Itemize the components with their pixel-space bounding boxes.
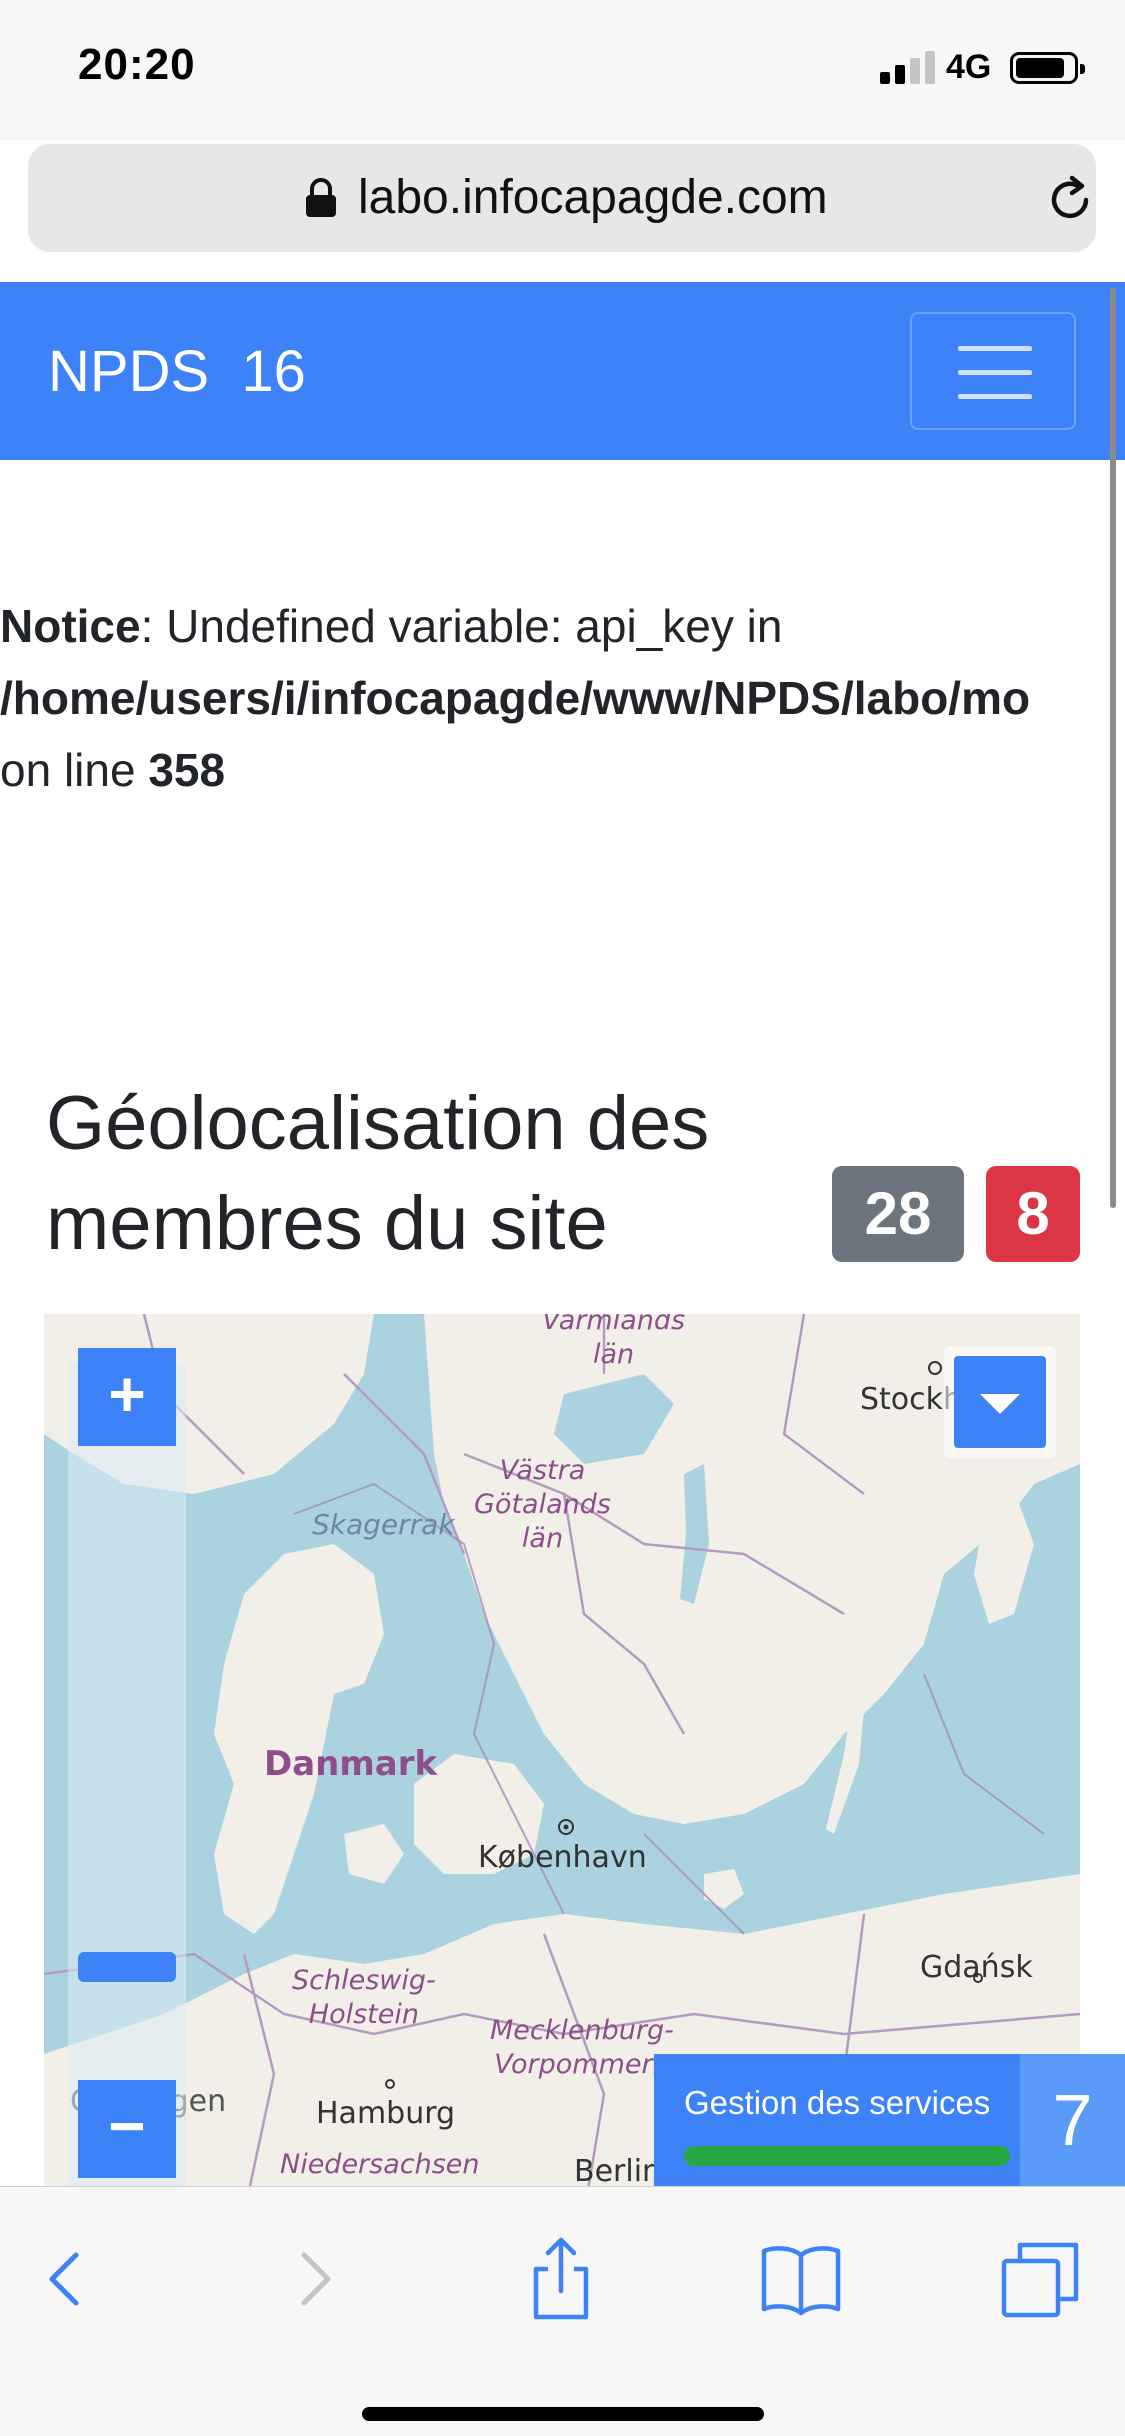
navbar: NPDS 16: [0, 282, 1125, 460]
notice-line-prefix: on line: [0, 744, 149, 796]
services-panel[interactable]: Gestion des services 7: [654, 2054, 1125, 2186]
map-label-schleswig-holstein: Schleswig- Holstein: [292, 1965, 436, 2030]
map-label-varmland: Värmlands län: [542, 1314, 686, 1370]
notice-line-number: 358: [148, 744, 226, 796]
map-label-berlin: Berlin: [574, 2154, 662, 2186]
notice-label: Notice: [0, 600, 141, 652]
notice-message: : Undefined variable: api_key in: [140, 600, 783, 652]
navbar-brand[interactable]: NPDS 16: [48, 338, 306, 405]
bookmarks-icon[interactable]: [756, 2233, 846, 2323]
map-label-skagerrak: Skagerrak: [312, 1508, 455, 1541]
signal-icon: [880, 50, 936, 84]
map-label-kobenhavn: København: [478, 1840, 647, 1875]
address-bar[interactable]: labo.infocapagde.com: [28, 144, 1096, 252]
zoom-slider-track[interactable]: [68, 1364, 186, 2186]
map-label-mecklenburg: Mecklenburg- Vorpommern: [490, 2015, 674, 2080]
network-type: 4G: [946, 48, 992, 86]
map-label-niedersachsen: Niedersachsen: [280, 2149, 480, 2180]
browser-toolbar: [0, 2186, 1125, 2436]
page-title: Géolocalisation des membres du site: [46, 1081, 710, 1266]
zoom-in-button[interactable]: +: [78, 1348, 176, 1446]
reload-icon[interactable]: [1046, 174, 1096, 224]
url-text[interactable]: labo.infocapagde.com: [358, 170, 828, 225]
back-icon[interactable]: [20, 2233, 110, 2323]
members-count-badge: 28: [832, 1166, 964, 1262]
zoom-slider-handle[interactable]: [78, 1952, 176, 1982]
php-notice: Notice: Undefined variable: api_key in /…: [0, 590, 1125, 806]
home-indicator: [362, 2407, 764, 2421]
web-page: NPDS 16 Notice: Undefined variable: api_…: [0, 282, 1125, 2186]
map-label-hamburg: Hamburg: [316, 2096, 456, 2131]
services-label: Gestion des services: [684, 2084, 991, 2121]
status-bar: 20:20 4G labo.infocapagde.com: [0, 0, 1125, 252]
notice-path: /home/users/i/infocapagde/www/NPDS/labo/…: [0, 672, 1031, 724]
zoom-out-button[interactable]: −: [78, 2080, 176, 2178]
battery-icon: [1010, 52, 1085, 84]
tabs-icon[interactable]: [996, 2233, 1086, 2323]
services-progress-bar: [684, 2146, 1010, 2166]
map-label-vastra-gotaland: Västra Götalands län: [474, 1455, 611, 1554]
map-label-gdansk: Gdańsk: [920, 1950, 1033, 1985]
map-label-danmark: Danmark: [264, 1744, 438, 1784]
lock-icon: [306, 178, 336, 217]
services-count: 7: [1020, 2054, 1125, 2186]
menu-toggle-button[interactable]: [910, 312, 1076, 430]
status-time: 20:20: [78, 40, 196, 89]
forward-icon[interactable]: [270, 2233, 360, 2323]
caret-down-icon: [980, 1394, 1020, 1414]
layer-switcher-button[interactable]: [944, 1346, 1056, 1458]
alert-count-badge: 8: [986, 1166, 1080, 1262]
share-icon[interactable]: [516, 2233, 606, 2323]
